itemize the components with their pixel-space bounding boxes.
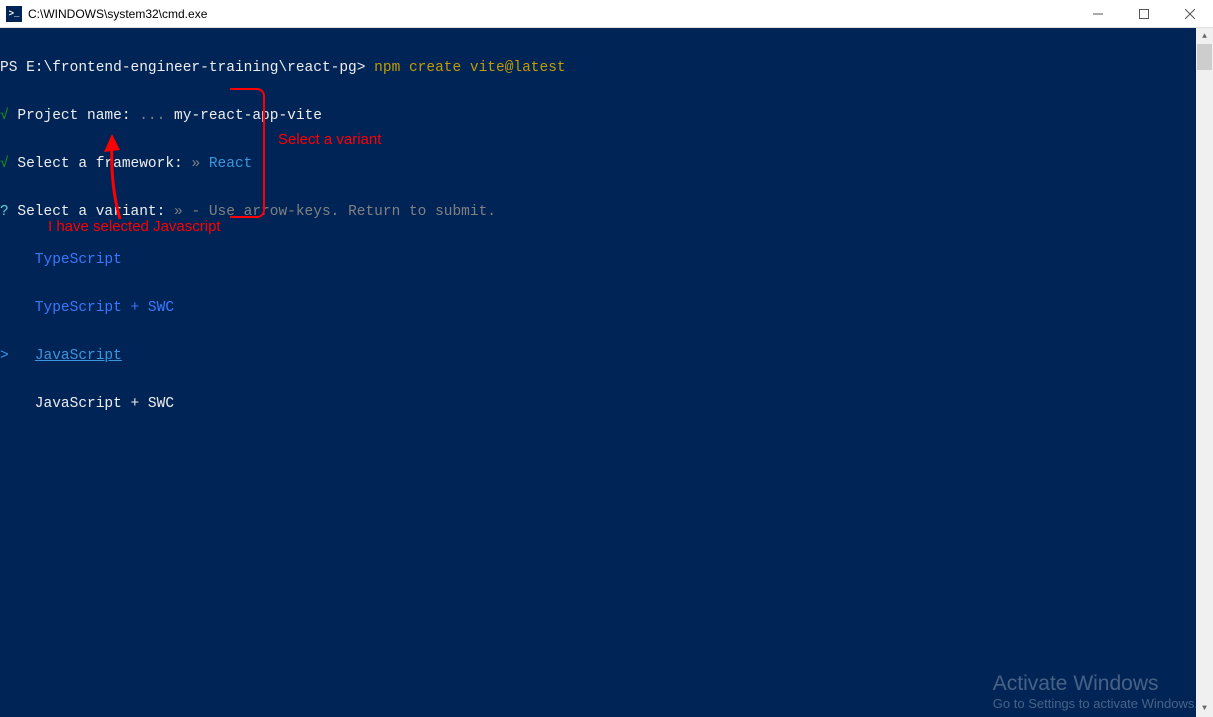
variant-option-javascript-swc[interactable]: JavaScript + SWC [0,396,174,412]
variant-option-typescript[interactable]: TypeScript [0,252,122,268]
terminal-output: PS E:\frontend-engineer-training\react-p… [0,28,1213,444]
annotation-variant-label: Select a variant [278,131,381,148]
typed-command: npm create vite@latest [374,60,565,76]
variant-option-javascript-selected[interactable]: JavaScript [35,348,122,364]
window-title: C:\WINDOWS\system32\cmd.exe [28,7,1075,21]
terminal-area[interactable]: PS E:\frontend-engineer-training\react-p… [0,28,1213,717]
window-titlebar: >_ C:\WINDOWS\system32\cmd.exe [0,0,1213,28]
watermark-title: Activate Windows [993,672,1198,696]
prompt-path: PS E:\frontend-engineer-training\react-p… [0,60,374,76]
minimize-button[interactable] [1075,0,1121,27]
check-icon: √ [0,156,9,172]
activate-windows-watermark: Activate Windows Go to Settings to activ… [993,672,1198,711]
framework-label: Select a framework: [9,156,192,172]
scrollbar-down-arrow-icon[interactable]: ▼ [1196,700,1213,717]
annotation-selected-label: I have selected Javascript [48,218,221,235]
scrollbar-thumb[interactable] [1197,44,1212,70]
question-icon: ? [0,204,9,220]
check-icon: √ [0,108,9,124]
maximize-button[interactable] [1121,0,1167,27]
minimize-icon [1093,9,1103,19]
maximize-icon [1139,9,1149,19]
selection-marker: > [0,348,35,364]
close-icon [1185,9,1195,19]
vertical-scrollbar[interactable]: ▲ ▼ [1196,28,1213,717]
window-controls [1075,0,1213,27]
variant-option-typescript-swc[interactable]: TypeScript + SWC [0,300,174,316]
scrollbar-up-arrow-icon[interactable]: ▲ [1196,28,1213,45]
annotation-bracket [230,88,265,218]
watermark-subtitle: Go to Settings to activate Windows. [993,696,1198,711]
arrow-marker: » [191,156,208,172]
powershell-icon: >_ [6,6,22,22]
project-name-label: Project name: [9,108,140,124]
dots: ... [139,108,174,124]
close-button[interactable] [1167,0,1213,27]
